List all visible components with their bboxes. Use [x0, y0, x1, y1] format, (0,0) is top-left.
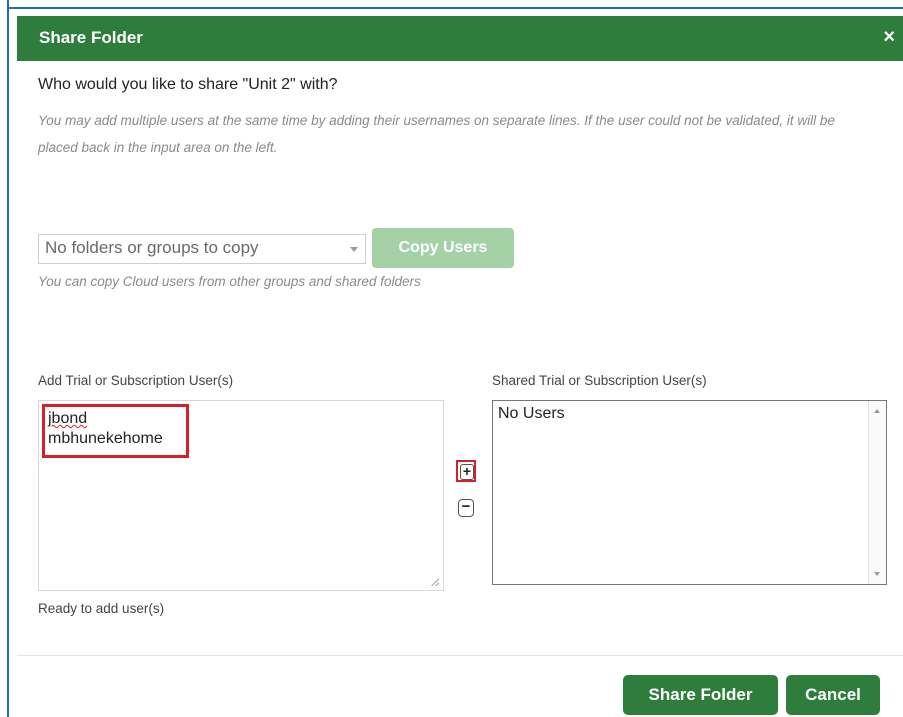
user-entry: jbond [48, 409, 183, 429]
share-help-text: You may add multiple users at the same t… [38, 113, 835, 155]
cancel-button[interactable]: Cancel [786, 675, 880, 715]
dialog-title: Share Folder [39, 28, 143, 47]
scrollbar[interactable] [868, 401, 886, 584]
dialog-header: Share Folder × [17, 16, 903, 61]
window-frame-top [0, 0, 903, 9]
entries-highlight: jbond mbhunekehome [42, 404, 189, 458]
copy-source-select[interactable]: No folders or groups to copy [38, 234, 366, 264]
copy-users-button[interactable]: Copy Users [372, 228, 514, 268]
share-question: Who would you like to share "Unit 2" wit… [38, 76, 338, 93]
window-frame-left [0, 0, 9, 717]
add-users-textarea[interactable]: jbond mbhunekehome [38, 400, 444, 591]
share-folder-button[interactable]: Share Folder [623, 675, 778, 715]
chevron-down-icon [350, 247, 358, 252]
copy-source-select-value: No folders or groups to copy [45, 238, 259, 257]
resize-handle-icon[interactable] [431, 578, 439, 586]
footer-divider [17, 655, 903, 656]
add-users-label: Add Trial or Subscription User(s) [38, 373, 234, 388]
add-status-text: Ready to add user(s) [38, 601, 165, 616]
user-entry-text: jbond [48, 410, 88, 427]
user-entry-text: mbhunekehome [48, 430, 163, 447]
close-icon[interactable]: × [883, 26, 895, 49]
scroll-down-icon[interactable] [874, 572, 880, 576]
shared-users-label: Shared Trial or Subscription User(s) [492, 373, 707, 388]
share-folder-dialog: Share Folder × Who would you like to sha… [17, 16, 903, 717]
remove-user-button[interactable]: − [458, 499, 474, 517]
shared-users-list[interactable]: No Users [492, 400, 887, 585]
plus-icon: + [460, 464, 474, 480]
user-entry: mbhunekehome [48, 429, 183, 449]
scroll-up-icon[interactable] [874, 409, 880, 413]
copy-help-text: You can copy Cloud users from other grou… [38, 274, 421, 289]
add-user-button[interactable]: + [456, 460, 476, 482]
list-item[interactable]: No Users [498, 405, 565, 423]
